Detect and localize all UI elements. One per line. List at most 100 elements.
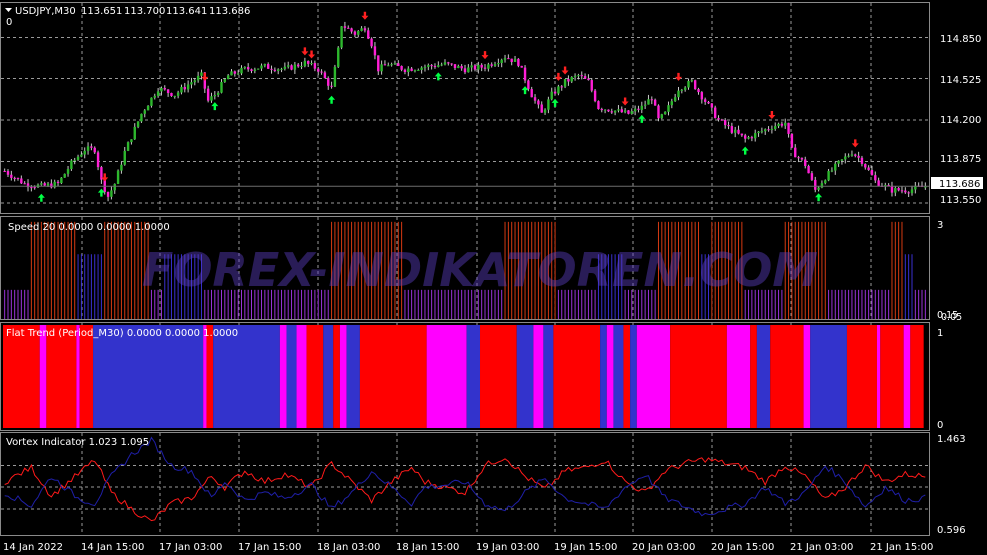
candle-body [273, 69, 277, 71]
current-price-label: 113.686 [939, 179, 980, 190]
flat-trend-block [213, 325, 280, 428]
candle-body [780, 123, 784, 126]
candle-body [457, 66, 460, 69]
candle-body [667, 105, 670, 112]
flat-trend-block [76, 325, 80, 428]
candle-body [583, 76, 587, 79]
candle-body [597, 101, 600, 110]
candle-body [717, 118, 720, 120]
candle-body [33, 187, 36, 189]
candle-body [213, 94, 217, 97]
candle-body [834, 163, 837, 171]
candle-body [810, 173, 814, 180]
price-tick: 113.875 [940, 154, 981, 165]
candle-body [710, 103, 714, 108]
candle-body [733, 129, 737, 133]
candle-body [96, 152, 100, 168]
candle-body [176, 92, 180, 96]
candle-body [320, 71, 323, 73]
candle-body [850, 154, 854, 156]
symbol-label: USDJPY,M30 [15, 6, 76, 17]
candle-body [206, 88, 210, 101]
candle-body [513, 58, 517, 62]
candle-body [744, 135, 747, 139]
candle-body [116, 170, 120, 184]
candle-body [266, 64, 270, 69]
candle-body [800, 157, 804, 160]
candle-body [870, 170, 874, 176]
candle-body [287, 65, 290, 67]
candle-body [774, 126, 777, 130]
candle-body [66, 169, 70, 174]
candle-body [660, 114, 664, 119]
candle-body [577, 75, 580, 77]
candle-body [6, 171, 10, 175]
candle-body [653, 99, 657, 106]
flat-trend-block [670, 325, 727, 428]
flat-trend-block [600, 325, 607, 428]
candle-body [13, 177, 16, 179]
candle-body [827, 170, 830, 181]
candle-body [847, 155, 850, 157]
candle-body [333, 66, 337, 87]
candle-body [540, 104, 543, 113]
flat-trend-block [46, 325, 77, 428]
candle-body [246, 67, 250, 70]
candle-body [904, 190, 907, 193]
candle-body [777, 123, 780, 127]
candle-body [223, 79, 227, 82]
candle-body [460, 66, 463, 69]
candle-body [510, 58, 513, 62]
flat-trend-tick: 0 [937, 420, 943, 431]
price-tick: 114.200 [940, 115, 981, 126]
time-tick: 20 Jan 15:00 [711, 542, 774, 553]
candle-body [166, 89, 170, 93]
ohlc-low: 113.641 [166, 6, 207, 17]
candle-body [363, 28, 367, 31]
candle-body [814, 179, 817, 190]
candle-body [160, 88, 163, 92]
candle-body [410, 68, 413, 71]
candle-body [693, 80, 697, 90]
flat-trend-block [876, 325, 881, 428]
candle-body [487, 64, 490, 69]
vortex-label: Vortex Indicator 1.023 1.095 [6, 437, 149, 448]
candle-body [343, 26, 347, 28]
candle-body [270, 68, 273, 70]
candle-body [784, 122, 787, 126]
candle-body [450, 63, 453, 65]
candle-body [353, 31, 357, 35]
candle-body [420, 67, 423, 70]
candle-body [46, 183, 50, 186]
candle-body [563, 79, 567, 87]
candle-body [50, 183, 53, 188]
candle-body [180, 86, 183, 93]
vortex-tick: 1.463 [937, 434, 966, 445]
flat-trend-block [770, 325, 804, 428]
candle-body [550, 91, 553, 100]
candle-body [407, 68, 410, 73]
candle-body [477, 64, 480, 70]
flat-trend-block [756, 325, 771, 428]
candle-body [186, 84, 190, 90]
candle-body [360, 28, 363, 31]
candle-body [83, 150, 86, 155]
watermark-text: FOREX-INDIKATOREN.COM [142, 243, 818, 297]
candle-body [73, 159, 76, 161]
candle-body [397, 63, 400, 66]
candle-body [150, 97, 153, 106]
candle-body [70, 160, 73, 170]
candle-body [63, 173, 66, 178]
time-tick: 21 Jan 03:00 [790, 542, 853, 553]
flat-trend-block [613, 325, 624, 428]
candle-body [703, 99, 707, 102]
candle-body [76, 156, 80, 160]
candle-body [30, 187, 33, 189]
flat-trend-block [726, 325, 751, 428]
candle-body [380, 64, 383, 72]
candle-body [523, 67, 527, 81]
flat-trend-block [323, 325, 334, 428]
candle-body [547, 99, 550, 110]
candle-body [183, 86, 186, 90]
candle-body [340, 26, 343, 48]
